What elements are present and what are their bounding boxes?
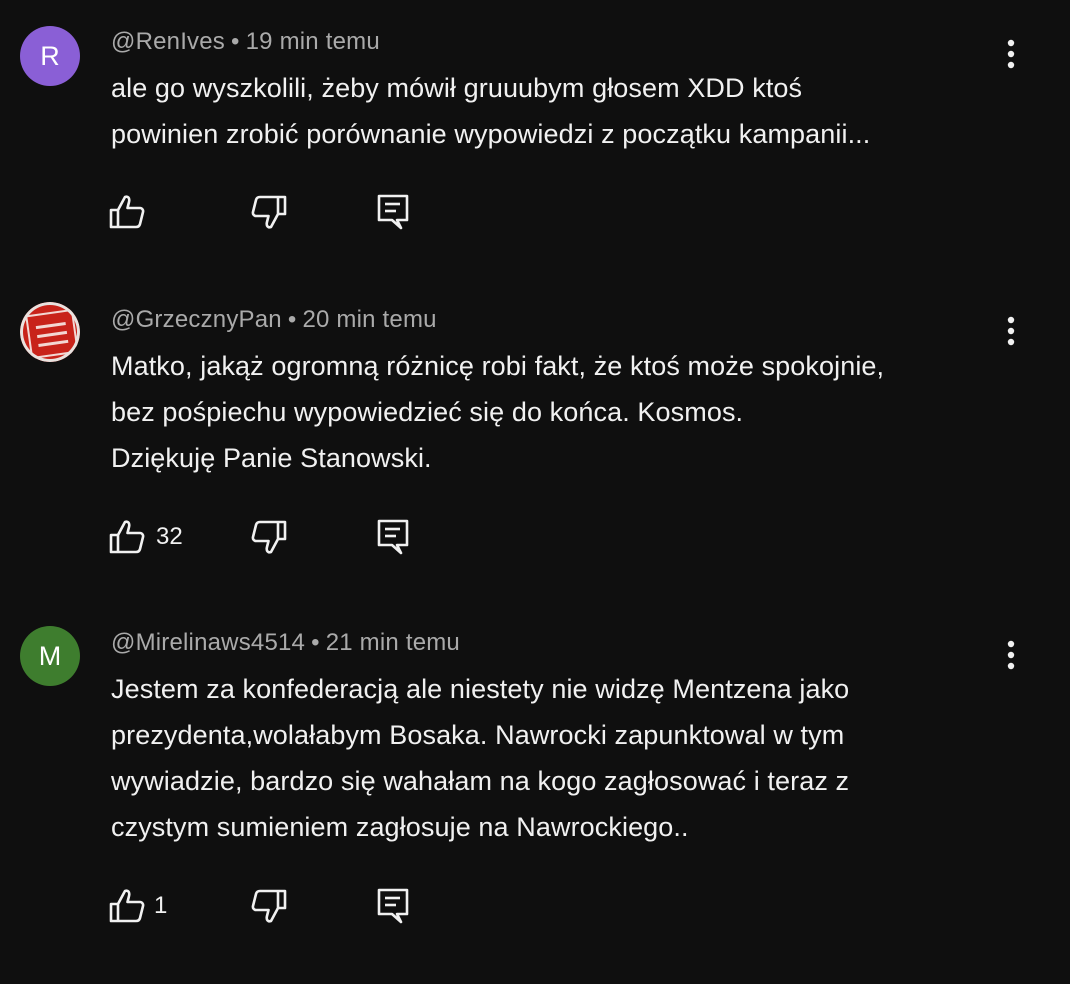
avatar-letter: M — [38, 640, 62, 671]
author-name[interactable]: @Mirelinaws4514 — [111, 629, 305, 656]
comment-item: M @Mirelinaws4514 • 21 min temu Jestem za … — [0, 0, 1070, 984]
comment-line: prezydenta,wolałabym Bosaka. Nawrocki za… — [111, 720, 845, 750]
comment-actions: 1 — [108, 884, 428, 928]
comment-meta: @Mirelinaws4514 • 21 min temu — [111, 629, 460, 657]
like-count: 1 — [154, 892, 168, 919]
thumb-up-icon — [109, 889, 145, 923]
comment-time[interactable]: 21 min temu — [326, 629, 460, 656]
more-vert-icon — [1007, 640, 1015, 670]
dislike-button[interactable] — [250, 884, 288, 928]
thumb-down-icon — [251, 889, 287, 923]
reply-button[interactable] — [376, 884, 410, 928]
comment-line: Jestem za konfederacją ale niestety nie … — [111, 674, 850, 704]
reply-icon — [377, 888, 409, 924]
meta-separator: • — [311, 629, 320, 656]
avatar[interactable]: M — [20, 626, 80, 686]
more-options-button[interactable] — [996, 635, 1026, 675]
comment-text: Jestem za konfederacją ale niestety nie … — [111, 666, 1011, 850]
comment-line: wywiadzie, bardzo się wahałam na kogo za… — [111, 766, 850, 796]
comment-line: czystym sumieniem zagłosuje na Nawrockie… — [111, 812, 689, 842]
like-button[interactable]: 1 — [108, 884, 167, 928]
